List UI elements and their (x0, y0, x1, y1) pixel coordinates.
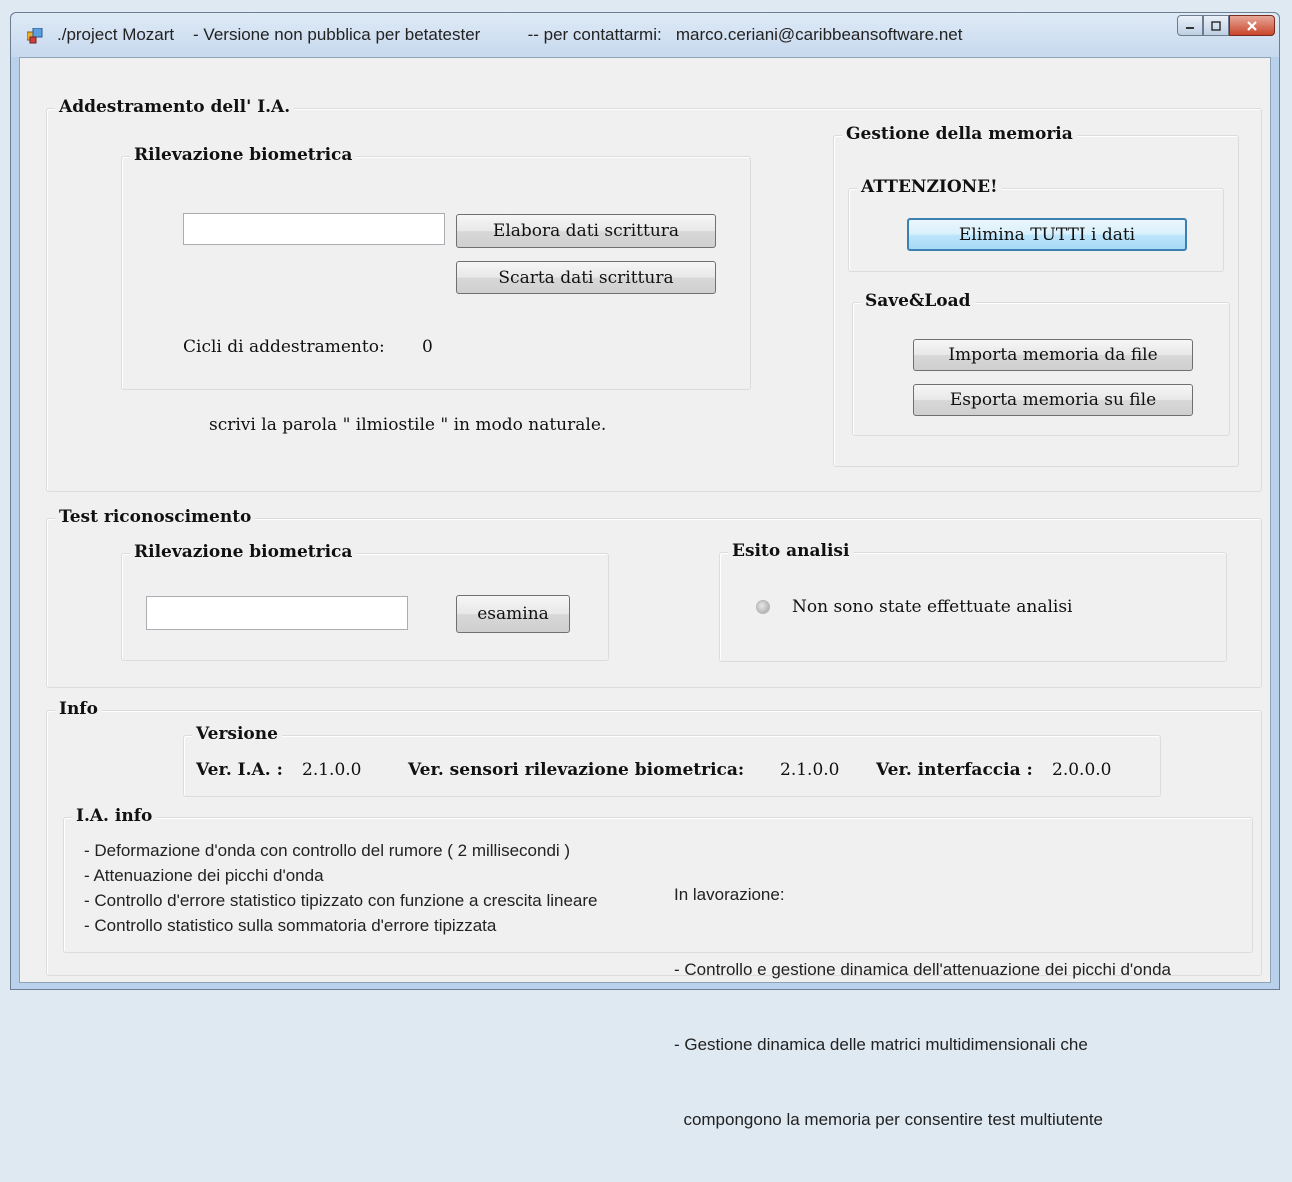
export-memory-button[interactable]: Esporta memoria su file (913, 384, 1193, 416)
version-groupbox: Versione Ver. I.A. : 2.1.0.0 Ver. sensor… (183, 724, 1161, 797)
analysis-result-title: Esito analisi (728, 541, 854, 561)
training-biometric-title: Rilevazione biometrica (130, 145, 357, 165)
in-progress-item: - Gestione dinamica delle matrici multid… (674, 1035, 1088, 1054)
window-controls (1177, 15, 1275, 39)
sensors-version-value: 2.1.0.0 (780, 760, 840, 780)
app-icon[interactable] (26, 27, 43, 44)
in-progress-list: In lavorazione: - Controllo e gestione d… (674, 832, 1171, 1182)
training-groupbox: Addestramento dell' I.A. Rilevazione bio… (46, 97, 1262, 492)
main-window: ./project Mozart - Versione non pubblica… (10, 12, 1280, 1129)
training-cycles-value: 0 (422, 337, 433, 357)
memory-management-groupbox: Gestione della memoria ATTENZIONE! Elimi… (833, 124, 1239, 467)
maximize-icon (1211, 20, 1221, 31)
minimize-button[interactable] (1177, 15, 1203, 36)
client-area: Addestramento dell' I.A. Rilevazione bio… (19, 57, 1271, 1129)
ia-info-groupbox: I.A. info - Deformazione d'onda con cont… (63, 806, 1253, 1129)
features-list: - Deformazione d'onda con controllo del … (84, 838, 598, 938)
close-button[interactable] (1229, 15, 1275, 36)
import-memory-button[interactable]: Importa memoria da file (913, 339, 1193, 371)
interface-version-value: 2.0.0.0 (1052, 760, 1112, 780)
training-handwriting-input[interactable] (183, 213, 445, 245)
close-icon (1247, 20, 1257, 31)
ia-version-label: Ver. I.A. : (196, 760, 283, 780)
feature-item: - Attenuazione dei picchi d'onda (84, 866, 324, 885)
training-hint-text: scrivi la parola " ilmiostile " in modo … (209, 415, 607, 435)
attention-groupbox: ATTENZIONE! Elimina TUTTI i dati (848, 177, 1224, 272)
delete-all-data-button[interactable]: Elimina TUTTI i dati (907, 218, 1187, 251)
feature-item: - Controllo d'errore statistico tipizzat… (84, 891, 598, 910)
test-biometric-title: Rilevazione biometrica (130, 542, 357, 562)
minimize-icon (1186, 26, 1194, 29)
training-cycles-label: Cicli di addestramento: (183, 337, 385, 357)
process-handwriting-button[interactable]: Elabora dati scrittura (456, 214, 716, 248)
feature-item: - Deformazione d'onda con controllo del … (84, 841, 571, 860)
info-groupbox: Info Versione Ver. I.A. : 2.1.0.0 Ver. s… (46, 699, 1262, 1129)
save-load-groupbox: Save&Load Importa memoria da file Esport… (852, 291, 1230, 436)
in-progress-item: - Controllo e gestione dinamica dell'att… (674, 960, 1171, 979)
sensors-version-label: Ver. sensori rilevazione biometrica: (408, 760, 745, 780)
recognition-test-groupbox: Test riconoscimento Rilevazione biometri… (46, 507, 1262, 688)
title-bar[interactable]: ./project Mozart - Versione non pubblica… (11, 13, 1279, 57)
in-progress-item: compongono la memoria per consentire tes… (674, 1110, 1104, 1129)
attention-title: ATTENZIONE! (857, 177, 1002, 197)
recognition-test-title: Test riconoscimento (55, 507, 256, 527)
feature-item: - Controllo statistico sulla sommatoria … (84, 916, 497, 935)
interface-version-label: Ver. interfaccia : (876, 760, 1033, 780)
info-title: Info (55, 699, 102, 719)
ia-version-value: 2.1.0.0 (302, 760, 362, 780)
version-title: Versione (192, 724, 282, 744)
examine-button[interactable]: esamina (456, 595, 570, 633)
memory-management-title: Gestione della memoria (842, 124, 1077, 144)
ia-info-title: I.A. info (72, 806, 157, 826)
analysis-result-groupbox: Esito analisi Non sono state effettuate … (719, 541, 1227, 662)
test-biometric-groupbox: Rilevazione biometrica esamina (121, 542, 609, 661)
test-handwriting-input[interactable] (146, 596, 408, 630)
training-biometric-groupbox: Rilevazione biometrica Elabora dati scri… (121, 145, 751, 390)
window-title: ./project Mozart - Versione non pubblica… (57, 25, 963, 44)
training-group-title: Addestramento dell' I.A. (55, 97, 295, 117)
maximize-button[interactable] (1203, 15, 1229, 36)
discard-handwriting-button[interactable]: Scarta dati scrittura (456, 261, 716, 294)
in-progress-item: In lavorazione: (674, 885, 785, 904)
analysis-status-text: Non sono state effettuate analisi (792, 597, 1073, 617)
radio-indicator-icon (756, 600, 770, 614)
save-load-title: Save&Load (861, 291, 975, 311)
